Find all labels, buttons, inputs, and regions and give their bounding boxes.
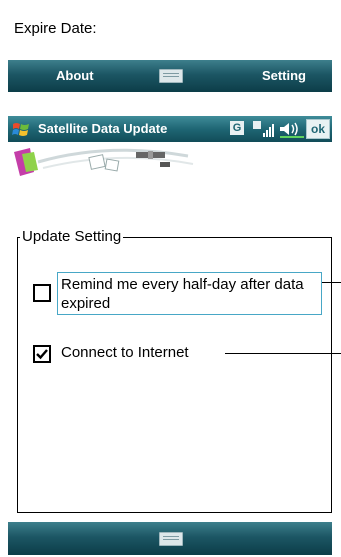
- connect-checkbox[interactable]: [33, 345, 51, 363]
- setting-softkey[interactable]: Setting: [262, 68, 306, 83]
- remind-checkbox[interactable]: [33, 284, 51, 302]
- expire-date-label: Expire Date:: [14, 20, 97, 37]
- signal-strength-icon[interactable]: [253, 119, 275, 139]
- bottom-softkey-bar: [8, 522, 332, 555]
- keyboard-icon[interactable]: [159, 532, 183, 546]
- phone-icon: [14, 148, 38, 176]
- g-network-icon[interactable]: G: [230, 121, 244, 135]
- window-title: Satellite Data Update: [38, 121, 168, 136]
- connect-label[interactable]: Connect to Internet: [61, 344, 189, 361]
- ok-button[interactable]: ok: [306, 119, 330, 139]
- speaker-icon[interactable]: [278, 120, 306, 138]
- about-softkey[interactable]: About: [56, 68, 94, 83]
- top-softkey-bar: About Setting: [8, 60, 332, 92]
- callout-line-remind: [322, 282, 341, 283]
- checkmark-icon: [36, 349, 48, 360]
- remind-option[interactable]: Remind me every half-day after data expi…: [33, 272, 326, 315]
- keyboard-icon[interactable]: [159, 69, 183, 83]
- callout-line-connect: [225, 353, 341, 354]
- windows-start-icon[interactable]: [11, 119, 31, 139]
- connect-option[interactable]: Connect to Internet: [33, 344, 333, 364]
- title-bar: Satellite Data Update G ok: [8, 116, 332, 142]
- banner-graphic: [14, 148, 194, 176]
- update-setting-label: Update Setting: [20, 228, 124, 245]
- remind-label[interactable]: Remind me every half-day after data expi…: [61, 275, 323, 313]
